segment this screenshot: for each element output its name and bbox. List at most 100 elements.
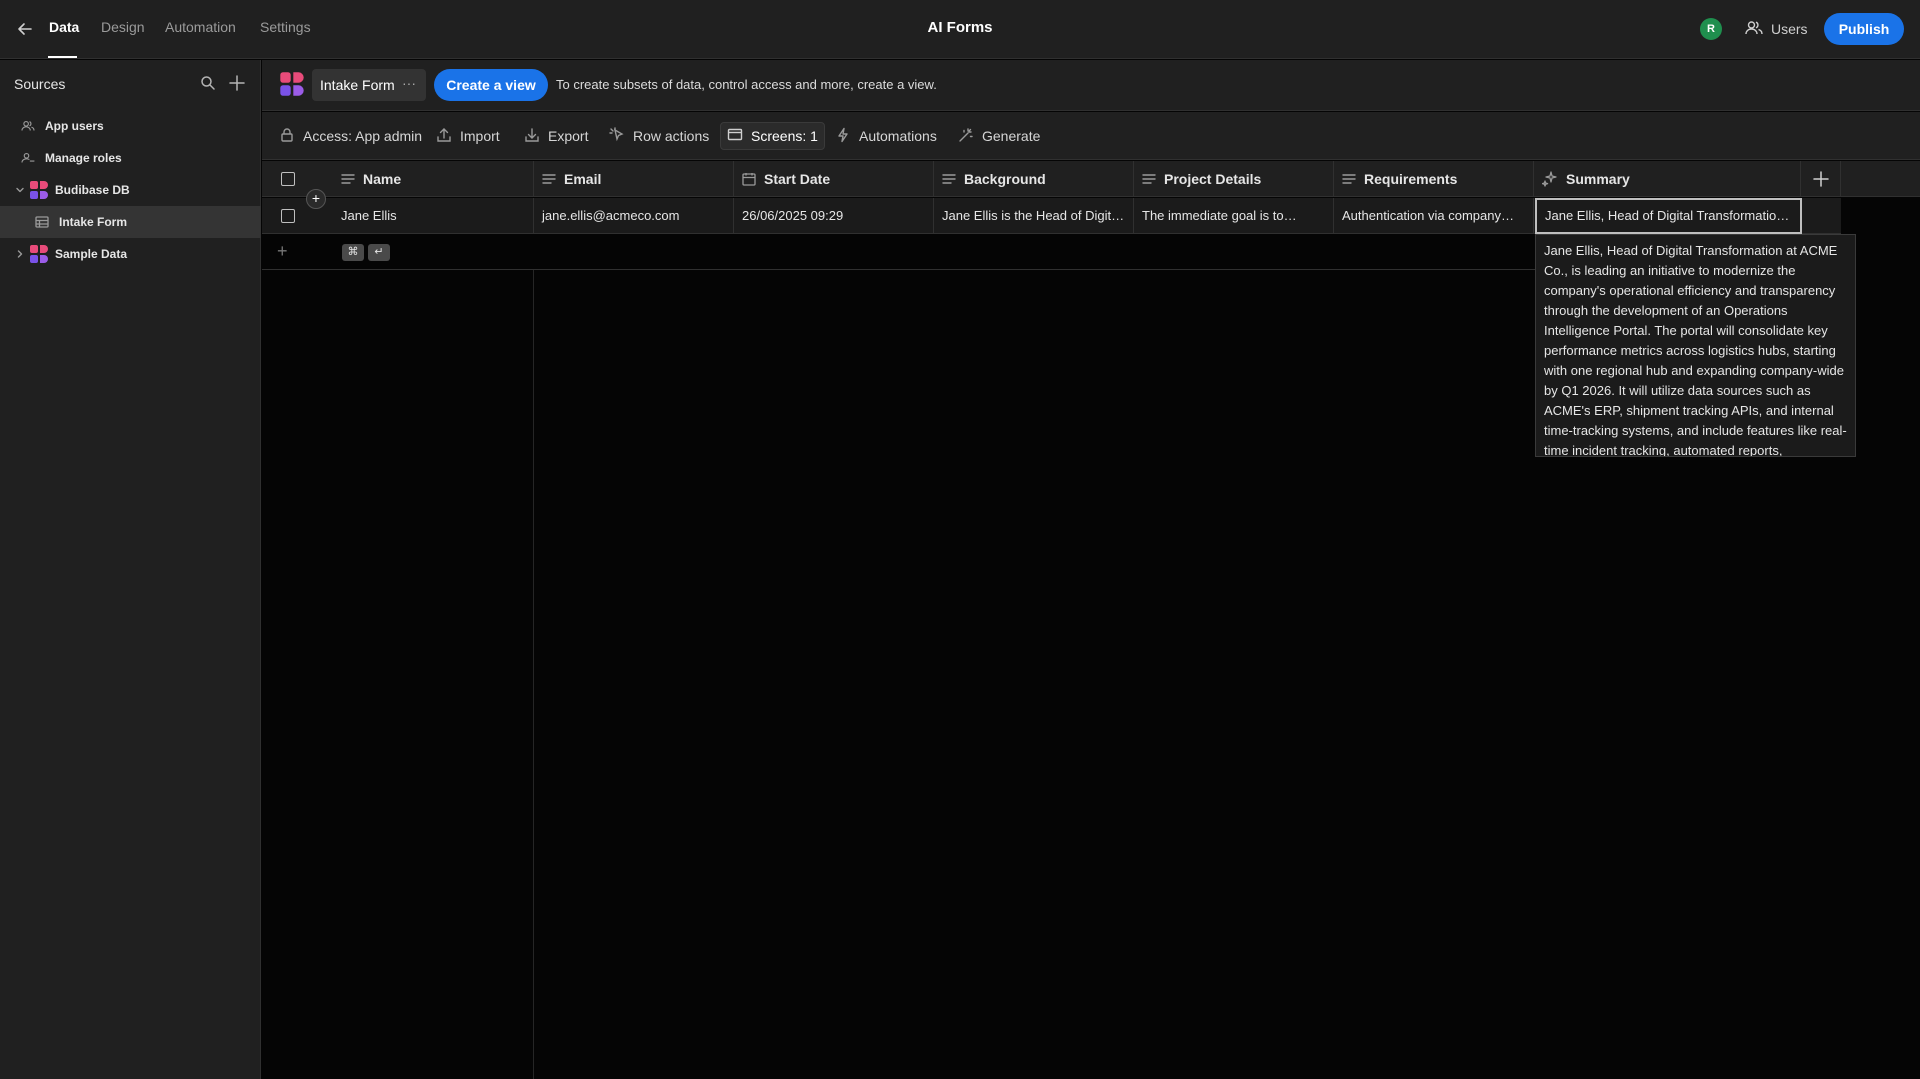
add-source-icon[interactable] xyxy=(228,74,246,92)
automations-icon xyxy=(835,127,851,146)
sidebar-item-app-users[interactable]: App users xyxy=(0,110,261,142)
table-row[interactable]: + Jane Ellis jane.ellis@acmeco.com 26/06… xyxy=(262,189,1841,234)
magic-wand-icon xyxy=(958,127,974,146)
column-label: Background xyxy=(964,171,1046,187)
column-header-project-details[interactable]: Project Details xyxy=(1134,161,1334,197)
publish-button[interactable]: Publish xyxy=(1824,13,1904,45)
cell-email[interactable]: jane.ellis@acmeco.com xyxy=(534,198,734,234)
automations-label: Automations xyxy=(859,128,937,144)
column-header-summary[interactable]: Summary xyxy=(1534,161,1801,197)
column-label: Email xyxy=(564,171,602,187)
column-label: Project Details xyxy=(1164,171,1262,187)
search-icon[interactable] xyxy=(199,74,217,92)
sidebar-item-manage-roles[interactable]: Manage roles xyxy=(0,142,261,174)
budibase-db-logo xyxy=(29,180,49,200)
sidebar-item-label: Sample Data xyxy=(55,247,128,261)
screen-icon xyxy=(727,127,743,146)
column-header-name[interactable]: Name xyxy=(333,161,534,197)
sidebar: Sources App users Manage roles Budibase … xyxy=(0,60,261,1079)
tab-settings[interactable]: Settings xyxy=(260,19,311,35)
row-actions-button[interactable]: Row actions xyxy=(603,122,715,150)
back-arrow-icon[interactable] xyxy=(14,18,36,40)
column-label: Name xyxy=(363,171,402,187)
text-icon xyxy=(542,174,556,184)
automations-button[interactable]: Automations xyxy=(829,122,943,150)
sidebar-item-label: Budibase DB xyxy=(55,183,130,197)
tab-automation[interactable]: Automation xyxy=(165,19,236,35)
sidebar-item-sample-data[interactable]: Sample Data xyxy=(0,238,261,270)
sidebar-title: Sources xyxy=(14,76,66,92)
lock-icon xyxy=(279,127,295,146)
table-header: Intake Form ··· Create a view To create … xyxy=(262,60,1920,111)
summary-cell-expanded[interactable]: Jane Ellis, Head of Digital Transformati… xyxy=(1535,234,1856,457)
users-icon xyxy=(1745,20,1763,39)
column-header-start-date[interactable]: Start Date xyxy=(734,161,934,197)
export-label: Export xyxy=(548,128,589,144)
top-bar: Data Design Automation Settings AI Forms… xyxy=(0,0,1920,59)
table-tab-intake-form[interactable]: Intake Form ··· xyxy=(312,69,426,101)
column-header-background[interactable]: Background xyxy=(934,161,1134,197)
more-icon[interactable]: ··· xyxy=(402,75,416,91)
sidebar-item-intake-form[interactable]: Intake Form xyxy=(0,206,261,238)
tab-data[interactable]: Data xyxy=(49,19,79,35)
row-checkbox[interactable] xyxy=(281,209,295,223)
cmd-key-hint: ⌘ xyxy=(342,244,364,261)
access-button[interactable]: Access: App admin xyxy=(273,122,428,150)
avatar[interactable]: R xyxy=(1700,18,1722,40)
sidebar-item-budibase-db[interactable]: Budibase DB xyxy=(0,174,261,206)
cell-summary[interactable]: Jane Ellis, Head of Digital Transformati… xyxy=(1535,198,1802,234)
export-button[interactable]: Export xyxy=(518,122,594,150)
table-tab-label: Intake Form xyxy=(320,77,395,93)
plus-icon xyxy=(1812,171,1829,187)
row-actions-icon xyxy=(609,126,625,146)
import-icon xyxy=(436,127,452,146)
budibase-db-logo xyxy=(29,244,49,264)
create-view-button[interactable]: Create a view xyxy=(434,69,548,101)
tab-design[interactable]: Design xyxy=(101,19,145,35)
sidebar-item-label: Intake Form xyxy=(59,215,128,229)
cell-requirements[interactable]: Authentication via company… xyxy=(1334,198,1534,234)
export-icon xyxy=(524,127,540,146)
column-label: Requirements xyxy=(1364,171,1458,187)
users-icon xyxy=(19,117,37,135)
generate-button[interactable]: Generate xyxy=(952,122,1046,150)
select-all-checkbox[interactable] xyxy=(281,172,295,186)
chevron-right-icon[interactable] xyxy=(14,249,26,259)
cell-start-date[interactable]: 26/06/2025 09:29 xyxy=(734,198,934,234)
screens-label: Screens: 1 xyxy=(751,128,818,144)
add-row-icon[interactable]: + xyxy=(277,241,288,262)
enter-key-hint: ↵ xyxy=(368,244,390,261)
row-actions-label: Row actions xyxy=(633,128,710,144)
cell-project-details[interactable]: The immediate goal is to… xyxy=(1134,198,1334,234)
active-tab-indicator xyxy=(48,56,77,58)
text-icon xyxy=(1342,174,1356,184)
text-icon xyxy=(1142,174,1156,184)
grid-header: Name Email Start Date Background Project… xyxy=(262,161,1920,197)
access-label: Access: App admin xyxy=(303,128,423,144)
text-icon xyxy=(341,174,355,184)
users-button[interactable]: Users xyxy=(1745,18,1808,40)
user-roles-icon xyxy=(19,149,37,167)
column-header-requirements[interactable]: Requirements xyxy=(1334,161,1534,197)
column-divider xyxy=(533,270,534,1079)
add-column-button[interactable] xyxy=(1801,161,1841,197)
import-label: Import xyxy=(460,128,500,144)
budibase-db-logo xyxy=(279,70,305,98)
column-label: Summary xyxy=(1566,171,1630,187)
column-header-email[interactable]: Email xyxy=(534,161,734,197)
screens-button[interactable]: Screens: 1 xyxy=(720,122,825,150)
text-icon xyxy=(942,174,956,184)
users-label: Users xyxy=(1771,21,1808,37)
cell-background[interactable]: Jane Ellis is the Head of Digit… xyxy=(934,198,1134,234)
expand-row-icon[interactable]: + xyxy=(306,189,326,209)
sidebar-item-label: Manage roles xyxy=(45,151,122,165)
cell-name[interactable]: Jane Ellis xyxy=(333,198,534,234)
generate-label: Generate xyxy=(982,128,1041,144)
import-button[interactable]: Import xyxy=(430,122,506,150)
column-label: Start Date xyxy=(764,171,831,187)
table-icon xyxy=(33,213,51,231)
toolbar: Access: App admin Import Export Row acti… xyxy=(262,112,1920,160)
ai-sparkle-icon xyxy=(1542,171,1557,187)
create-view-hint: To create subsets of data, control acces… xyxy=(556,77,937,92)
chevron-down-icon[interactable] xyxy=(14,185,26,195)
